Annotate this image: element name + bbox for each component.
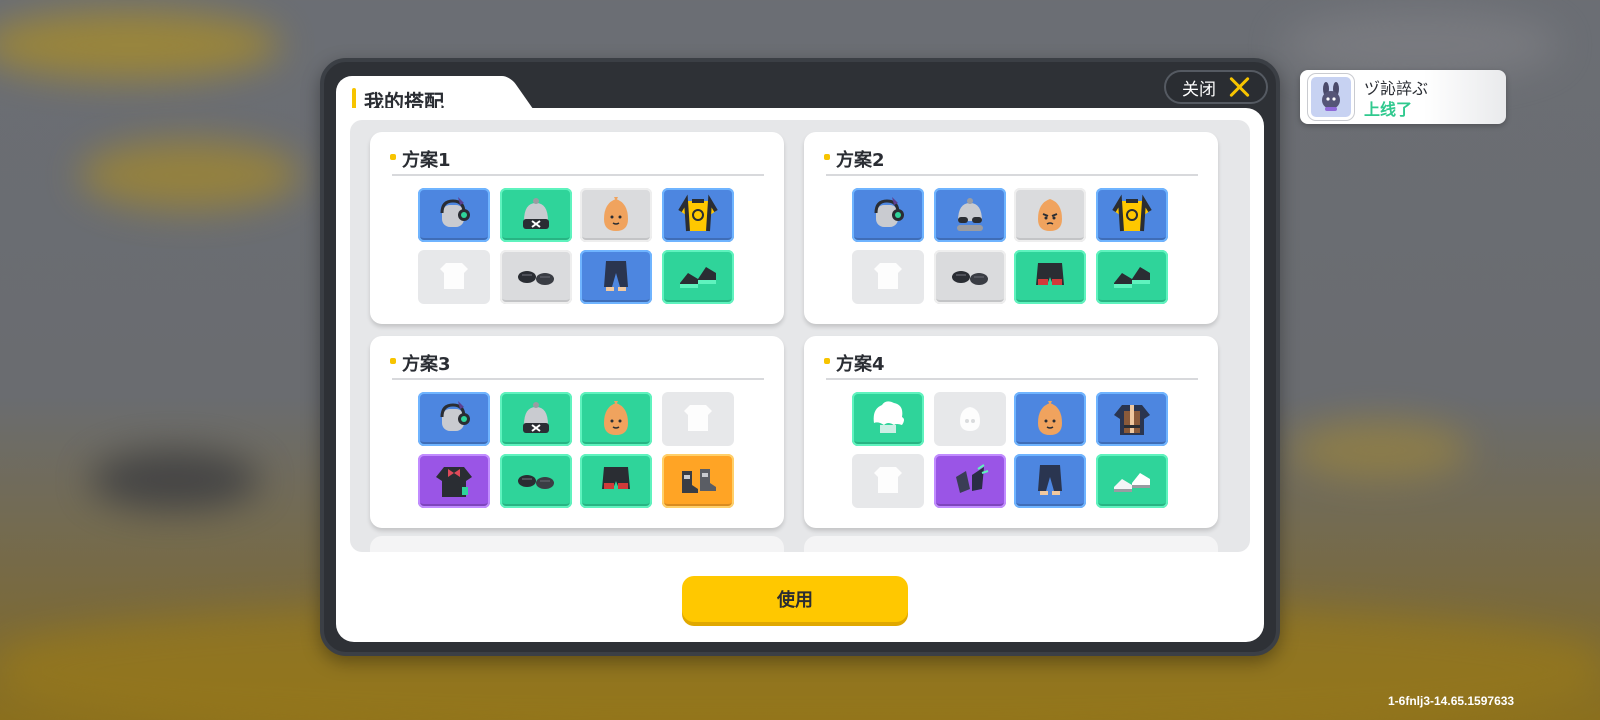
outfit-slot[interactable] (662, 250, 734, 304)
pants-icon (1028, 457, 1072, 506)
outfit-slot[interactable] (662, 454, 734, 508)
outfit-slot[interactable] (934, 188, 1006, 242)
outfit-title: 方案4 (836, 354, 885, 375)
sneakers-icon (1110, 253, 1154, 302)
outfit-title: 方案3 (402, 354, 451, 375)
sneakers-icon (676, 253, 720, 302)
vest-icon (1110, 395, 1154, 444)
angry-face-icon (1028, 191, 1072, 240)
card-title-dot (824, 358, 830, 364)
outfit-slot[interactable] (500, 454, 572, 508)
outfit-slot[interactable] (662, 392, 734, 446)
outfit-card[interactable]: 方案2 (804, 132, 1218, 324)
outfit-slot[interactable] (662, 188, 734, 242)
outfit-slot[interactable] (934, 454, 1006, 508)
beanie-x-icon (514, 191, 558, 240)
outfit-slot[interactable] (500, 392, 572, 446)
card-divider (826, 378, 1198, 380)
outfit-slot[interactable] (934, 392, 1006, 446)
outfit-slot[interactable] (1096, 454, 1168, 508)
close-label: 关闭 (1182, 79, 1216, 100)
bow-jacket-icon (432, 457, 476, 506)
outfit-slot[interactable] (1096, 188, 1168, 242)
beanie-sunglasses-icon (948, 191, 992, 240)
face-icon (594, 191, 638, 240)
outfit-slot[interactable] (580, 392, 652, 446)
empty-shirt-icon (866, 253, 910, 302)
outfit-card[interactable]: 方案3 (370, 336, 784, 528)
build-id: 1-6fnlj3-14.65.1597633 (1388, 694, 1515, 708)
card-title-dot (390, 358, 396, 364)
close-button[interactable]: 关闭 (1164, 70, 1268, 104)
outfit-slot[interactable] (418, 250, 490, 304)
outfit-slot[interactable] (1014, 454, 1086, 508)
card-divider (392, 378, 764, 380)
face-icon (1028, 395, 1072, 444)
gloves-icon (948, 253, 992, 302)
beanie-x-icon (514, 395, 558, 444)
outfit-slot[interactable] (1096, 250, 1168, 304)
empty-head-icon (948, 395, 992, 444)
next-card-peek (370, 536, 784, 552)
outfit-list[interactable]: 方案1 方案2 方案3 方案4 (350, 120, 1250, 552)
outfit-slot[interactable] (500, 188, 572, 242)
background-blur (1290, 420, 1470, 480)
outfit-slot[interactable] (418, 188, 490, 242)
outfit-slot[interactable] (500, 250, 572, 304)
outfit-slot[interactable] (852, 250, 924, 304)
title-accent-bar (352, 88, 356, 110)
next-card-peek (804, 536, 1218, 552)
outfit-panel: 方案1 方案2 方案3 方案4 使用 (336, 108, 1264, 642)
outfit-title: 方案2 (836, 150, 885, 171)
use-button[interactable]: 使用 (682, 576, 908, 622)
outfit-slot[interactable] (418, 454, 490, 508)
background-blur (90, 450, 260, 510)
online-notification: ヅ訫誶ぶ 上线了 (1300, 70, 1506, 124)
outfit-dialog: 我的搭配 关闭 方案1 方案2 方案3 方案4 使用 (320, 58, 1280, 656)
outfit-card[interactable]: 方案1 (370, 132, 784, 324)
outfit-card[interactable]: 方案4 (804, 336, 1218, 528)
gloves-icon (514, 457, 558, 506)
boots-icon (676, 457, 720, 506)
headphones-hat-icon (432, 191, 476, 240)
card-divider (392, 174, 764, 176)
gloves-icon (514, 253, 558, 302)
outfit-slot[interactable] (1014, 250, 1086, 304)
outfit-slot[interactable] (852, 392, 924, 446)
empty-shirt-icon (866, 457, 910, 506)
outfit-slot[interactable] (1096, 392, 1168, 446)
use-label: 使用 (777, 590, 813, 611)
outfit-slot[interactable] (934, 250, 1006, 304)
background-blur (0, 10, 280, 80)
outfit-title: 方案1 (402, 150, 451, 171)
empty-shirt-icon (432, 253, 476, 302)
white-sneakers-icon (1110, 457, 1154, 506)
outfit-slot[interactable] (852, 454, 924, 508)
outfit-slot[interactable] (852, 188, 924, 242)
close-icon (1228, 76, 1250, 98)
card-title-dot (824, 154, 830, 160)
yellow-jacket-icon (1110, 191, 1154, 240)
outfit-slot[interactable] (580, 188, 652, 242)
yellow-jacket-icon (676, 191, 720, 240)
empty-shirt-icon (676, 395, 720, 444)
white-hair-icon (866, 395, 910, 444)
claw-gloves-icon (948, 457, 992, 506)
bunny-avatar-icon (1308, 74, 1354, 120)
outfit-slot[interactable] (1014, 188, 1086, 242)
shorts-icon (1028, 253, 1072, 302)
outfit-slot[interactable] (580, 250, 652, 304)
headphones-hat-icon (866, 191, 910, 240)
background-blur (80, 140, 300, 210)
outfit-slot[interactable] (418, 392, 490, 446)
outfit-slot[interactable] (580, 454, 652, 508)
outfit-slot[interactable] (1014, 392, 1086, 446)
card-title-dot (390, 154, 396, 160)
online-status: 上线了 (1364, 100, 1413, 119)
pants-icon (594, 253, 638, 302)
headphones-hat-icon (432, 395, 476, 444)
card-divider (826, 174, 1198, 176)
shorts-icon (594, 457, 638, 506)
face-icon (594, 395, 638, 444)
